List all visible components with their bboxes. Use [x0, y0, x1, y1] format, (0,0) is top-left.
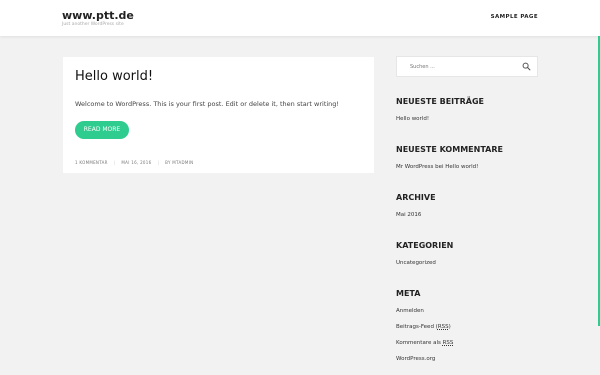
- search-icon[interactable]: [522, 62, 531, 71]
- widget-title-meta: META: [396, 289, 421, 298]
- nav-sample-page[interactable]: SAMPLE PAGE: [491, 14, 538, 20]
- meta-comments-feed-link[interactable]: Kommentare als RSS: [396, 340, 453, 346]
- comment-author-link[interactable]: Mr WordPress: [396, 164, 433, 170]
- site-description: Just another WordPress site: [62, 22, 124, 27]
- post-author[interactable]: BY MTADMIN: [165, 160, 193, 165]
- category-link[interactable]: Uncategorized: [396, 260, 436, 266]
- post-title[interactable]: Hello world!: [75, 69, 153, 84]
- site-title[interactable]: www.ptt.de: [62, 9, 134, 22]
- comment-connector: bei: [435, 164, 444, 170]
- widget-title-recent-comments: NEUESTE KOMMENTARE: [396, 145, 503, 154]
- read-more-button[interactable]: READ MORE: [75, 121, 129, 139]
- post-meta: 1 KOMMENTAR | MAI 16, 2016 | BY MTADMIN: [75, 160, 193, 165]
- comments-feed-label: Kommentare als: [396, 340, 441, 346]
- post-date[interactable]: MAI 16, 2016: [121, 160, 151, 165]
- rss-abbr: RSS: [437, 324, 449, 330]
- rss-abbr: RSS: [442, 340, 454, 346]
- search-box: [396, 56, 538, 77]
- meta-wordpress-org-link[interactable]: WordPress.org: [396, 356, 435, 362]
- widget-title-categories: KATEGORIEN: [396, 241, 454, 250]
- meta-separator: |: [157, 160, 160, 165]
- widget-title-archive: ARCHIVE: [396, 193, 436, 202]
- site-header: www.ptt.de Just another WordPress site S…: [0, 0, 600, 36]
- recent-post-link[interactable]: Hello world!: [396, 116, 429, 122]
- recent-comment-item: Mr WordPress bei Hello world!: [396, 164, 478, 170]
- archive-link[interactable]: Mai 2016: [396, 212, 421, 218]
- post-card: Hello world! Welcome to WordPress. This …: [63, 57, 374, 173]
- meta-login-link[interactable]: Anmelden: [396, 308, 424, 314]
- entries-feed-label: Beitrags-Feed: [396, 324, 434, 330]
- comment-post-link[interactable]: Hello world!: [445, 164, 478, 170]
- widget-title-recent-posts: NEUESTE BEITRÄGE: [396, 97, 484, 106]
- meta-entries-feed-link[interactable]: Beitrags-Feed (RSS): [396, 324, 451, 330]
- post-comments-link[interactable]: 1 KOMMENTAR: [75, 160, 108, 165]
- meta-separator: |: [113, 160, 116, 165]
- search-input[interactable]: [398, 58, 518, 75]
- post-excerpt: Welcome to WordPress. This is your first…: [75, 100, 340, 108]
